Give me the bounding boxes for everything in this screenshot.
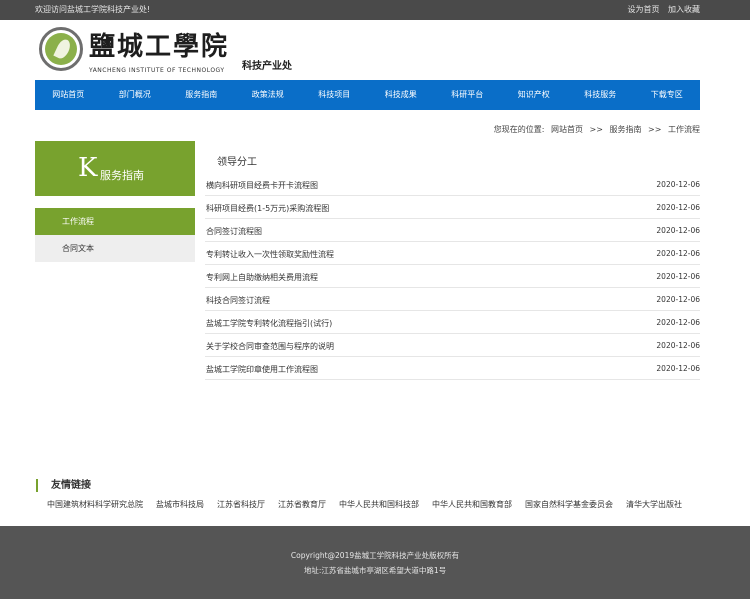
list-item[interactable]: 科研项目经费(1-5万元)采购流程图 2020-12-06: [205, 196, 700, 219]
nav-item-services[interactable]: 科技服务: [567, 80, 634, 110]
sidebar-header: K 服务指南: [35, 141, 195, 196]
article-date: 2020-12-06: [656, 226, 700, 235]
list-item[interactable]: 科技合同签订流程 2020-12-06: [205, 288, 700, 311]
nav-item-policies[interactable]: 政策法规: [235, 80, 302, 110]
department-name: 科技产业处: [242, 61, 292, 72]
nav-item-home[interactable]: 网站首页: [35, 80, 102, 110]
friend-link[interactable]: 国家自然科学基金委员会: [525, 499, 613, 510]
school-name: 鹽城工學院: [89, 32, 230, 62]
friend-link[interactable]: 清华大学出版社: [626, 499, 682, 510]
breadcrumb-separator: >>: [589, 125, 603, 134]
list-item[interactable]: 横向科研项目经费卡开卡流程图 2020-12-06: [205, 173, 700, 196]
friend-link[interactable]: 盐城市科技局: [156, 499, 204, 510]
nav-item-platforms[interactable]: 科研平台: [434, 80, 501, 110]
friend-links-title: 友情链接: [36, 479, 91, 492]
nav-item-downloads[interactable]: 下载专区: [634, 80, 701, 110]
list-item[interactable]: 专利网上自助缴纳相关费用流程 2020-12-06: [205, 265, 700, 288]
list-item[interactable]: 盐城工学院印章使用工作流程图 2020-12-06: [205, 357, 700, 380]
friend-link[interactable]: 江苏省科技厅: [217, 499, 265, 510]
article-title[interactable]: 专利转让收入一次性领取奖励性流程: [206, 249, 334, 260]
list-item[interactable]: 关于学校合同审查范围与程序的说明 2020-12-06: [205, 334, 700, 357]
sidebar-title: 服务指南: [100, 169, 144, 182]
article-title[interactable]: 科技合同签订流程: [206, 295, 270, 306]
school-logo-icon[interactable]: [39, 27, 83, 71]
article-title[interactable]: 盐城工学院专利转化流程指引(试行): [206, 318, 332, 329]
article-date: 2020-12-06: [656, 180, 700, 189]
add-favorite-link[interactable]: 加入收藏: [668, 5, 700, 14]
site-footer: Copyright@2019盐城工学院科技产业处版权所有 地址:江苏省盐城市亭湖…: [0, 526, 750, 599]
friend-link[interactable]: 中国建筑材料科学研究总院: [47, 499, 143, 510]
article-date: 2020-12-06: [656, 203, 700, 212]
nav-item-achievements[interactable]: 科技成果: [368, 80, 435, 110]
article-title[interactable]: 科研项目经费(1-5万元)采购流程图: [206, 203, 329, 214]
list-item[interactable]: 盐城工学院专利转化流程指引(试行) 2020-12-06: [205, 311, 700, 334]
friend-links: 中国建筑材料科学研究总院 盐城市科技局 江苏省科技厅 江苏省教育厅 中华人民共和…: [47, 499, 695, 510]
article-date: 2020-12-06: [656, 318, 700, 327]
article-title[interactable]: 合同签订流程图: [206, 226, 262, 237]
breadcrumb-separator: >>: [648, 125, 662, 134]
article-title[interactable]: 盐城工学院印章使用工作流程图: [206, 364, 318, 375]
article-title[interactable]: 专利网上自助缴纳相关费用流程: [206, 272, 318, 283]
footer-copyright: Copyright@2019盐城工学院科技产业处版权所有: [290, 551, 460, 560]
article-date: 2020-12-06: [656, 295, 700, 304]
footer-address: 地址:江苏省盐城市亭湖区希望大道中路1号: [303, 566, 447, 575]
sidebar-item-workflow[interactable]: 工作流程: [35, 208, 195, 235]
article-title[interactable]: 关于学校合同审查范围与程序的说明: [206, 341, 334, 352]
top-bar: 欢迎访问盐城工学院科技产业处! 设为首页 加入收藏: [0, 0, 750, 20]
article-date: 2020-12-06: [656, 341, 700, 350]
top-links: 设为首页 加入收藏: [621, 0, 700, 20]
article-date: 2020-12-06: [656, 364, 700, 373]
site-header: 鹽城工學院 YANCHENG INSTITUTE OF TECHNOLOGY 科…: [0, 20, 750, 80]
friend-link[interactable]: 江苏省教育厅: [278, 499, 326, 510]
friend-link[interactable]: 中华人民共和国教育部: [432, 499, 512, 510]
breadcrumb-prefix: 您现在的位置:: [493, 125, 545, 134]
nav-item-projects[interactable]: 科技项目: [301, 80, 368, 110]
friend-link[interactable]: 中华人民共和国科技部: [339, 499, 419, 510]
breadcrumb: 您现在的位置: 网站首页 >> 服务指南 >> 工作流程: [490, 124, 700, 135]
school-name-en: YANCHENG INSTITUTE OF TECHNOLOGY: [89, 67, 225, 74]
nav-item-service-guide[interactable]: 服务指南: [168, 80, 235, 110]
breadcrumb-home[interactable]: 网站首页: [551, 125, 583, 134]
welcome-text: 欢迎访问盐城工学院科技产业处!: [35, 5, 151, 14]
nav-item-ip[interactable]: 知识产权: [501, 80, 568, 110]
nav-item-overview[interactable]: 部门概况: [102, 80, 169, 110]
breadcrumb-current[interactable]: 工作流程: [668, 125, 700, 134]
article-date: 2020-12-06: [656, 272, 700, 281]
article-date: 2020-12-06: [656, 249, 700, 258]
list-item[interactable]: 专利转让收入一次性领取奖励性流程 2020-12-06: [205, 242, 700, 265]
sidebar-letter: K: [78, 153, 98, 183]
breadcrumb-level1[interactable]: 服务指南: [610, 125, 642, 134]
sidebar-item-contract-text[interactable]: 合同文本: [35, 235, 195, 262]
list-item[interactable]: 合同签订流程图 2020-12-06: [205, 219, 700, 242]
main-nav: 网站首页 部门概况 服务指南 政策法规 科技项目 科技成果 科研平台 知识产权 …: [35, 80, 700, 110]
article-title[interactable]: 横向科研项目经费卡开卡流程图: [206, 180, 318, 191]
set-home-link[interactable]: 设为首页: [627, 5, 659, 14]
article-list: 横向科研项目经费卡开卡流程图 2020-12-06 科研项目经费(1-5万元)采购…: [205, 173, 700, 380]
section-title: 领导分工: [217, 157, 257, 168]
